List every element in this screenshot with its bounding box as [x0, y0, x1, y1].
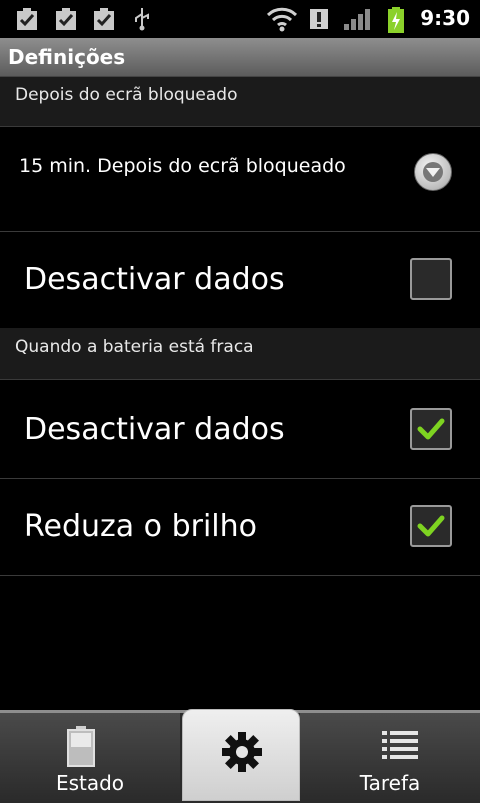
- tab-task-label: Tarefa: [359, 771, 421, 795]
- timeout-spinner[interactable]: 15 min. Depois do ecrã bloqueado: [0, 127, 480, 231]
- task-check-icon: [94, 8, 114, 30]
- title-bar: Definições: [0, 38, 480, 77]
- disable-data-battery-checkbox[interactable]: [410, 408, 452, 450]
- signal-icon: [344, 9, 370, 30]
- gear-icon: [222, 732, 262, 772]
- dropdown-arrow-icon[interactable]: [414, 153, 452, 191]
- tab-status-label: Estado: [55, 771, 125, 795]
- divider: [0, 575, 480, 576]
- disable-data-battery-label: Desactivar dados: [24, 412, 285, 447]
- section-header-screen-lock: Depois do ecrã bloqueado: [0, 77, 480, 126]
- bottom-tab-bar: Estado Tarefa: [0, 709, 480, 803]
- list-icon: [382, 731, 418, 759]
- disable-data-lock-row[interactable]: Desactivar dados: [0, 232, 480, 328]
- usb-icon: [135, 8, 149, 31]
- tab-status[interactable]: Estado: [0, 713, 180, 803]
- task-check-icon: [17, 8, 37, 30]
- alert-icon: [310, 9, 328, 29]
- section-header-label: Quando a bateria está fraca: [15, 337, 254, 357]
- section-header-label: Depois do ecrã bloqueado: [15, 85, 238, 105]
- checkmark-icon: [417, 418, 445, 440]
- disable-data-lock-checkbox[interactable]: [410, 258, 452, 300]
- tab-task[interactable]: Tarefa: [300, 713, 480, 803]
- task-check-icon: [56, 8, 76, 30]
- status-bar: 9:30: [0, 0, 480, 38]
- status-time: 9:30: [420, 6, 470, 30]
- reduce-brightness-row[interactable]: Reduza o brilho: [0, 479, 480, 575]
- section-header-low-battery: Quando a bateria está fraca: [0, 328, 480, 379]
- disable-data-lock-label: Desactivar dados: [24, 262, 285, 297]
- reduce-brightness-checkbox[interactable]: [410, 505, 452, 547]
- checkmark-icon: [417, 515, 445, 537]
- page-title: Definições: [8, 45, 126, 69]
- tab-settings[interactable]: [182, 709, 300, 801]
- battery-charging-icon: [388, 7, 404, 33]
- timeout-spinner-value: 15 min. Depois do ecrã bloqueado: [19, 155, 346, 177]
- disable-data-battery-row[interactable]: Desactivar dados: [0, 380, 480, 478]
- wifi-icon: [266, 7, 298, 32]
- reduce-brightness-label: Reduza o brilho: [24, 509, 257, 544]
- battery-icon: [67, 726, 95, 767]
